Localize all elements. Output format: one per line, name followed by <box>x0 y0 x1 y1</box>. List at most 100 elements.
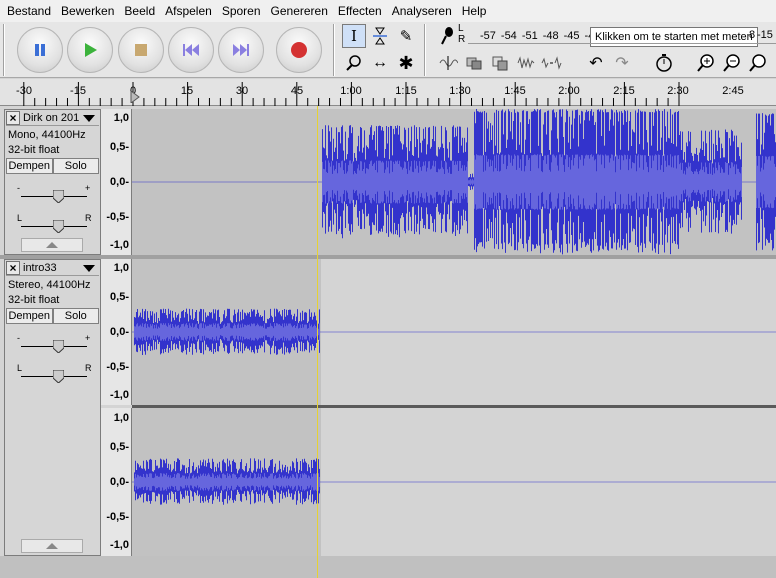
gain-slider[interactable]: - + <box>15 183 93 203</box>
vruler-label: -0,5- <box>106 361 129 373</box>
skip-to-start-button[interactable] <box>168 27 214 73</box>
collapse-track-button[interactable] <box>21 539 83 553</box>
pan-slider[interactable]: L R <box>15 363 93 383</box>
menu-tracks[interactable]: Sporen <box>217 0 266 22</box>
draw-icon: ✎ <box>399 28 413 45</box>
vruler-label: 0,5- <box>110 291 129 303</box>
mute-button[interactable]: Dempen <box>6 158 53 174</box>
ruler-label: 2:30 <box>667 85 689 97</box>
play-button[interactable] <box>67 27 113 73</box>
menu-edit[interactable]: Bewerken <box>56 0 119 22</box>
waveform-area[interactable] <box>132 109 776 255</box>
envelope-tool[interactable] <box>368 24 392 48</box>
close-track-button[interactable]: × <box>6 111 20 125</box>
vruler-label: 1,0 <box>113 262 129 274</box>
zoom-in-button[interactable] <box>694 51 718 75</box>
cut-button[interactable] <box>462 51 486 75</box>
mute-button[interactable]: Dempen <box>6 308 53 324</box>
menu-transport[interactable]: Afspelen <box>160 0 217 22</box>
track-dirk: × Dirk on 201 Mono, 44100Hz 32-bit float… <box>4 109 776 255</box>
menu-analyze[interactable]: Analyseren <box>387 0 457 22</box>
play-icon <box>85 43 97 57</box>
slider-knob[interactable] <box>53 190 64 203</box>
toolbar-separator <box>424 24 426 76</box>
copy-button[interactable] <box>488 51 512 75</box>
vertical-ruler-left[interactable]: 1,0 0,5- 0,0- -0,5- -1,0 <box>101 259 132 405</box>
meter-tick: -45 <box>563 30 580 42</box>
mute-solo-row: Dempen Solo <box>6 158 99 174</box>
gain-slider[interactable]: - + <box>15 333 93 353</box>
menu-generate[interactable]: Genereren <box>266 0 333 22</box>
slider-knob[interactable] <box>53 340 64 353</box>
vertical-ruler-right[interactable]: 1,0 0,5- 0,0- -0,5- -1,0 <box>101 408 132 556</box>
redo-button[interactable]: ↷ <box>610 51 634 75</box>
waveform-area-right[interactable] <box>132 408 776 556</box>
menu-help[interactable]: Help <box>457 0 492 22</box>
ruler-label: -30 <box>16 85 32 97</box>
timeline-ruler[interactable]: -30 -15 0 15 30 45 1:00 1:15 1:30 1:45 2… <box>0 79 776 106</box>
menu-view[interactable]: Beeld <box>119 0 160 22</box>
silence-button[interactable] <box>514 51 538 75</box>
ruler-label: 2:15 <box>613 85 635 97</box>
zoom-in-icon <box>697 54 714 72</box>
menu-file[interactable]: Bestand <box>2 0 56 22</box>
play-head-marker[interactable] <box>130 91 140 103</box>
zoom-icon <box>346 55 361 71</box>
menu-effect[interactable]: Effecten <box>333 0 387 22</box>
record-icon <box>291 42 307 58</box>
collapse-icon <box>46 543 58 549</box>
record-button[interactable] <box>276 27 322 73</box>
zoom-tool[interactable] <box>342 51 366 75</box>
timeshift-tool[interactable]: ↔ <box>368 51 392 75</box>
pan-l-label: L <box>17 213 23 223</box>
slider-knob[interactable] <box>53 220 64 233</box>
pan-l-label: L <box>17 363 23 373</box>
waveform-area-left[interactable] <box>132 259 776 405</box>
solo-button[interactable]: Solo <box>52 158 99 174</box>
record-meter-mic[interactable] <box>436 24 460 48</box>
draw-tool[interactable]: ✎ <box>394 24 418 48</box>
paste-icon <box>541 56 562 70</box>
stop-button[interactable] <box>118 27 164 73</box>
multi-tool[interactable]: ✱ <box>394 51 418 75</box>
copy-icon <box>492 56 508 71</box>
vruler-label: 0,0- <box>110 476 129 488</box>
dropdown-arrow-icon[interactable] <box>83 114 95 122</box>
meter-channel-r: R <box>458 34 466 45</box>
empty-track-area[interactable] <box>0 556 776 578</box>
toolbar-grip[interactable] <box>3 24 5 76</box>
track-control-panel[interactable]: × Dirk on 201 Mono, 44100Hz 32-bit float… <box>4 109 101 255</box>
pause-button[interactable] <box>17 27 63 73</box>
edit-cursor <box>317 106 318 578</box>
vruler-label: -0,5- <box>106 211 129 223</box>
sync-lock-button[interactable] <box>652 51 676 75</box>
selection-tool[interactable]: I <box>342 24 366 48</box>
meter-tick: 8 <box>749 29 756 41</box>
track-bitdepth: 32-bit float <box>8 294 60 306</box>
ruler-label: 2:45 <box>722 85 744 97</box>
undo-button[interactable]: ↶ <box>584 51 608 75</box>
zoom-out-button[interactable] <box>720 51 744 75</box>
trim-button[interactable] <box>436 51 460 75</box>
meter-tooltip: Klikken om te starten met meten <box>590 27 758 47</box>
collapse-track-button[interactable] <box>21 238 83 252</box>
vruler-label: -0,5- <box>106 511 129 523</box>
paste-button[interactable] <box>540 51 564 75</box>
skip-to-end-icon <box>233 44 249 56</box>
slider-knob[interactable] <box>53 370 64 383</box>
track-control-panel[interactable]: × intro33 Stereo, 44100Hz 32-bit float D… <box>4 259 101 556</box>
track-name-menu[interactable]: Dirk on 201 <box>20 112 83 124</box>
gain-minus-label: - <box>17 333 20 343</box>
vertical-ruler[interactable]: 1,0 0,5- 0,0- -0,5- -1,0 <box>101 109 132 255</box>
close-track-button[interactable]: × <box>6 261 20 275</box>
track-name-menu[interactable]: intro33 <box>20 262 83 274</box>
skip-to-end-button[interactable] <box>218 27 264 73</box>
dropdown-arrow-icon[interactable] <box>83 264 95 272</box>
waveform <box>132 109 776 255</box>
pan-slider[interactable]: L R <box>15 213 93 233</box>
toolbar: I ✎ ↔ ✱ L R -57 -54 -51 -48 -45 -4 Klikk… <box>0 22 776 78</box>
fit-selection-icon <box>749 54 766 72</box>
fit-selection-button[interactable] <box>746 51 770 75</box>
solo-button[interactable]: Solo <box>52 308 99 324</box>
trim-icon <box>439 56 458 70</box>
